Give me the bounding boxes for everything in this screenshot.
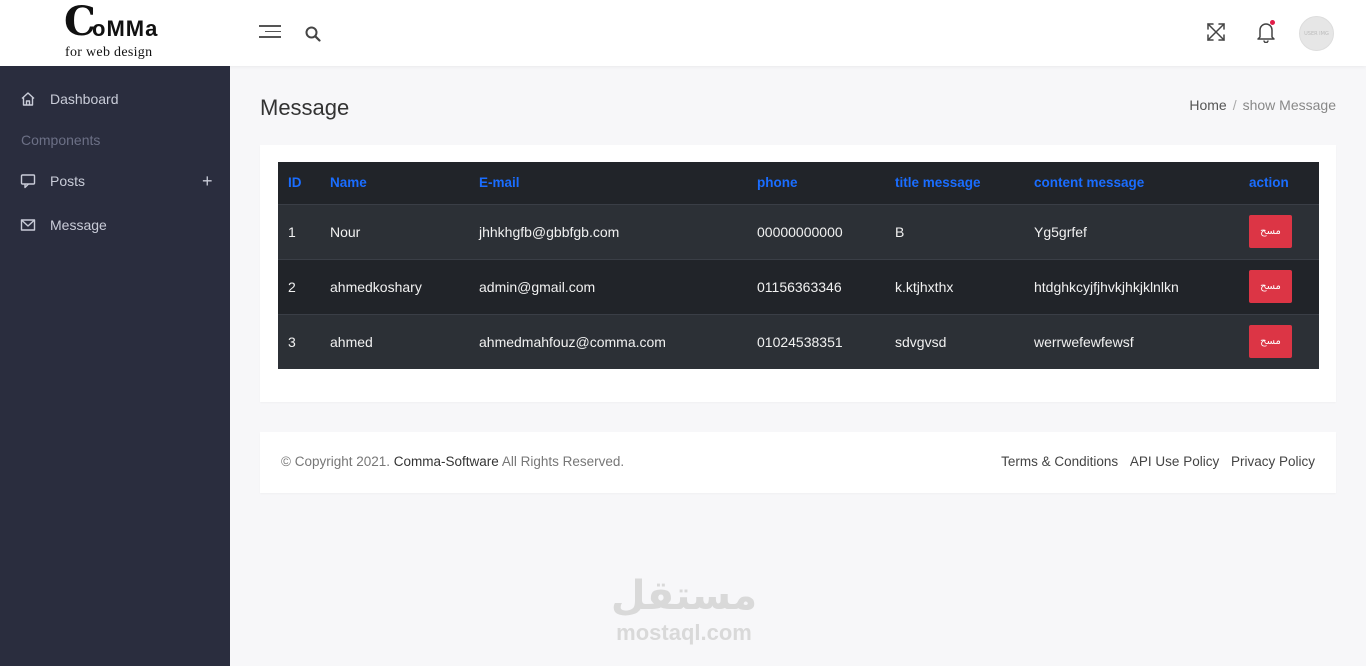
expand-plus-icon[interactable]: +	[202, 172, 213, 190]
messages-table: ID Name E-mail phone title message conte…	[278, 162, 1319, 369]
footer-brand-link[interactable]: Comma-Software	[394, 454, 499, 469]
table-row: 2 ahmedkoshary admin@gmail.com 011563633…	[278, 258, 1319, 314]
logo-wordmark: oMMa	[92, 16, 159, 41]
cell-action: مسح	[1239, 313, 1319, 369]
breadcrumb: Home / show Message	[1189, 97, 1336, 113]
cell-id: 2	[278, 258, 320, 314]
avatar-text: USER IMG	[1304, 30, 1329, 37]
table-row: 1 Nour jhhkhgfb@gbbfgb.com 00000000000 B…	[278, 203, 1319, 259]
table-row: 3 ahmed ahmedmahfouz@comma.com 010245383…	[278, 313, 1319, 369]
footer-link-api-policy[interactable]: API Use Policy	[1130, 454, 1219, 469]
cell-title: B	[885, 203, 1024, 259]
cell-content: Yg5grfef	[1024, 203, 1239, 259]
cell-name: ahmedkoshary	[320, 258, 469, 314]
column-header-id: ID	[278, 162, 320, 205]
sidebar-item-posts[interactable]: Posts +	[0, 161, 230, 201]
avatar[interactable]: USER IMG	[1299, 16, 1334, 51]
footer-link-terms[interactable]: Terms & Conditions	[1001, 454, 1118, 469]
copyright-prefix: © Copyright 2021.	[281, 454, 391, 469]
sidebar-item-label: Message	[50, 217, 107, 233]
sidebar-item-message[interactable]: Message	[0, 205, 230, 245]
cell-email: admin@gmail.com	[469, 258, 747, 314]
sidebar-item-dashboard[interactable]: Dashboard	[0, 79, 230, 119]
watermark-latin: mostaql.com	[616, 620, 752, 645]
footer-link-privacy[interactable]: Privacy Policy	[1231, 454, 1315, 469]
copyright-suffix: All Rights Reserved.	[501, 454, 625, 469]
delete-button[interactable]: مسح	[1249, 325, 1292, 359]
sidebar: Dashboard Components Posts + Message	[0, 66, 230, 666]
cell-email: jhhkhgfb@gbbfgb.com	[469, 203, 747, 259]
notification-dot	[1270, 20, 1275, 25]
sidebar-item-label: Dashboard	[50, 91, 119, 107]
cell-content: htdghkcyjfjhvkjhkjklnlkn	[1024, 258, 1239, 314]
watermark-arabic: مستقل	[610, 573, 758, 619]
column-header-content-message: content message	[1024, 162, 1239, 205]
sidebar-section-heading: Components	[21, 132, 101, 148]
column-header-email: E-mail	[469, 162, 747, 205]
sidebar-item-label: Posts	[50, 173, 86, 189]
breadcrumb-separator: /	[1232, 97, 1237, 113]
footer-links: Terms & Conditions API Use Policy Privac…	[993, 454, 1315, 469]
cell-phone: 00000000000	[747, 203, 885, 259]
messages-card: ID Name E-mail phone title message conte…	[260, 145, 1336, 402]
delete-button[interactable]: مسح	[1249, 215, 1292, 248]
cell-name: ahmed	[320, 313, 469, 369]
logo-tagline: for web design	[65, 45, 153, 60]
fullscreen-icon[interactable]	[1206, 22, 1226, 42]
cell-email: ahmedmahfouz@comma.com	[469, 313, 747, 369]
posts-icon	[20, 173, 36, 189]
page-title: Message	[260, 95, 350, 120]
column-header-title-message: title message	[885, 162, 1024, 205]
copyright-text: © Copyright 2021. Comma-Software All Rig…	[281, 454, 624, 469]
cell-action: مسح	[1239, 203, 1319, 259]
delete-button[interactable]: مسح	[1249, 270, 1292, 303]
menu-toggle-icon[interactable]	[259, 25, 281, 43]
breadcrumb-current: show Message	[1242, 97, 1336, 113]
cell-id: 1	[278, 203, 320, 259]
watermark: مستقل mostaql.com	[598, 572, 770, 654]
cell-name: Nour	[320, 203, 469, 259]
breadcrumb-home-link[interactable]: Home	[1189, 97, 1226, 113]
envelope-icon	[20, 217, 36, 233]
cell-id: 3	[278, 313, 320, 369]
table-header-row: ID Name E-mail phone title message conte…	[278, 162, 1319, 205]
footer: © Copyright 2021. Comma-Software All Rig…	[260, 432, 1336, 493]
cell-title: k.ktjhxthx	[885, 258, 1024, 314]
top-navbar: C oMMa for web design USER IMG	[0, 0, 1366, 66]
column-header-action: action	[1239, 162, 1319, 205]
search-icon[interactable]	[305, 26, 321, 42]
column-header-name: Name	[320, 162, 469, 205]
notification-bell-icon[interactable]	[1256, 20, 1276, 44]
cell-phone: 01024538351	[747, 313, 885, 369]
home-icon	[20, 91, 36, 107]
cell-action: مسح	[1239, 258, 1319, 314]
logo[interactable]: C oMMa for web design	[62, 2, 182, 62]
cell-title: sdvgvsd	[885, 313, 1024, 369]
cell-phone: 01156363346	[747, 258, 885, 314]
column-header-phone: phone	[747, 162, 885, 205]
cell-content: werrwefewfewsf	[1024, 313, 1239, 369]
